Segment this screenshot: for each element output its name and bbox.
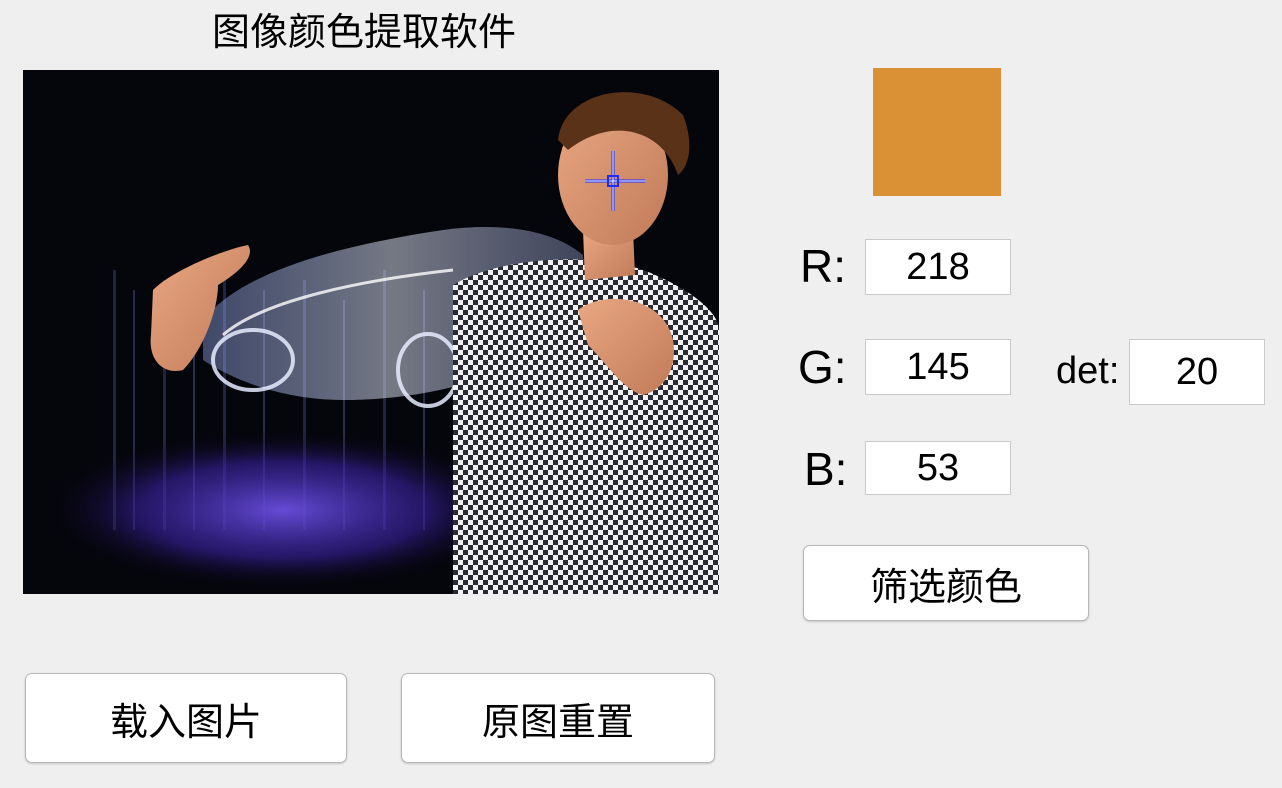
b-value-field[interactable] [865, 441, 1011, 495]
g-label: G: [798, 341, 847, 393]
r-value-field[interactable] [865, 239, 1011, 295]
det-label: det: [1056, 350, 1120, 392]
photo-canvas[interactable] [23, 70, 719, 594]
app-title: 图像颜色提取软件 [212, 10, 517, 54]
color-preview-swatch [873, 68, 1001, 196]
filter-color-button[interactable]: 筛选颜色 [803, 545, 1089, 621]
reset-image-button[interactable]: 原图重置 [401, 673, 715, 763]
r-label: R: [800, 240, 846, 292]
load-image-button[interactable]: 载入图片 [25, 673, 347, 763]
g-value-field[interactable] [865, 339, 1011, 395]
image-display[interactable] [23, 70, 719, 594]
det-value-field[interactable] [1129, 339, 1265, 405]
app-window: 图像颜色提取软件 R: 218 G: 145 det: 20 B: 53 筛选颜… [0, 0, 1282, 788]
b-label: B: [804, 443, 848, 495]
